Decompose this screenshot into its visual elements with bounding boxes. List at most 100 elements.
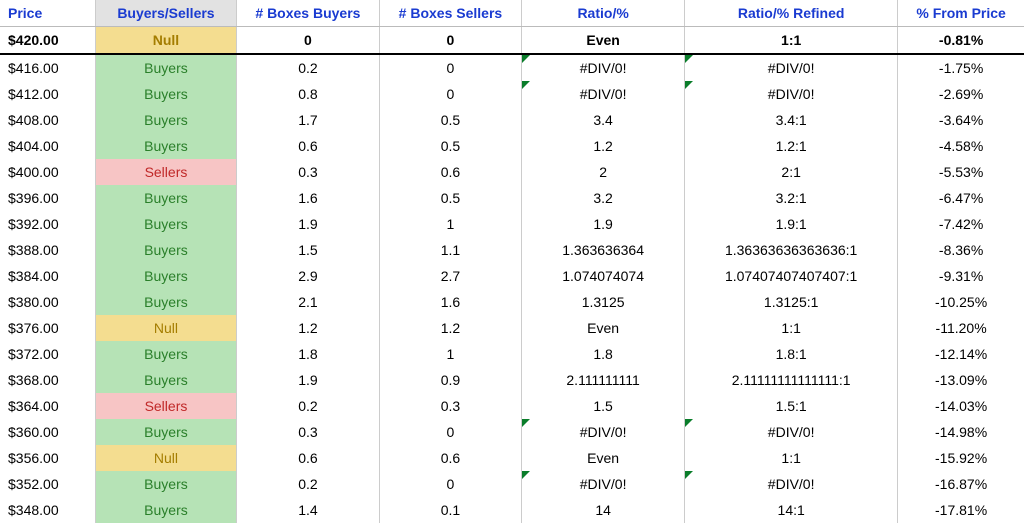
cell-ratio: #DIV/0! [522,81,685,107]
cell-boxes-sellers: 1.1 [379,237,521,263]
cell-boxes-buyers: 0.2 [237,54,380,81]
cell-ratio-refined: #DIV/0! [685,471,898,497]
cell-boxes-sellers: 0 [379,471,521,497]
cell-boxes-sellers: 1.2 [379,315,521,341]
cell-boxes-sellers: 0.9 [379,367,521,393]
table-row: $360.00Buyers0.30#DIV/0!#DIV/0!-14.98% [0,419,1024,445]
cell-boxes-sellers: 0.5 [379,185,521,211]
cell-buyers-sellers: Buyers [95,419,236,445]
cell-price: $356.00 [0,445,95,471]
cell-ratio: 3.2 [522,185,685,211]
cell-boxes-buyers: 1.2 [237,315,380,341]
cell-price: $384.00 [0,263,95,289]
cell-price: $376.00 [0,315,95,341]
cell-ratio: #DIV/0! [522,471,685,497]
cell-buyers-sellers: Buyers [95,185,236,211]
cell-price: $412.00 [0,81,95,107]
table-row: $416.00Buyers0.20#DIV/0!#DIV/0!-1.75% [0,54,1024,81]
table-row: $408.00Buyers1.70.53.43.4:1-3.64% [0,107,1024,133]
cell-price: $420.00 [0,27,95,55]
cell-pct-from-price: -15.92% [898,445,1024,471]
header-boxes-sellers: # Boxes Sellers [379,0,521,27]
cell-price: $408.00 [0,107,95,133]
cell-boxes-sellers: 2.7 [379,263,521,289]
cell-ratio-refined: 1.36363636363636:1 [685,237,898,263]
cell-pct-from-price: -1.75% [898,54,1024,81]
cell-ratio-refined: #DIV/0! [685,54,898,81]
cell-ratio: 2.111111111 [522,367,685,393]
cell-price: $380.00 [0,289,95,315]
cell-pct-from-price: -12.14% [898,341,1024,367]
header-buyers-sellers: Buyers/Sellers [95,0,236,27]
cell-price: $388.00 [0,237,95,263]
cell-pct-from-price: -2.69% [898,81,1024,107]
cell-ratio-refined: 3.4:1 [685,107,898,133]
cell-pct-from-price: -7.42% [898,211,1024,237]
table-row: $352.00Buyers0.20#DIV/0!#DIV/0!-16.87% [0,471,1024,497]
cell-pct-from-price: -5.53% [898,159,1024,185]
cell-price: $352.00 [0,471,95,497]
cell-price: $348.00 [0,497,95,523]
cell-buyers-sellers: Buyers [95,367,236,393]
cell-ratio: 3.4 [522,107,685,133]
cell-ratio-refined: 1.5:1 [685,393,898,419]
cell-boxes-buyers: 0.6 [237,445,380,471]
table-row: $348.00Buyers1.40.11414:1-17.81% [0,497,1024,523]
cell-boxes-sellers: 0 [379,27,521,55]
table-row: $356.00Null0.60.6Even1:1-15.92% [0,445,1024,471]
cell-boxes-sellers: 0 [379,54,521,81]
cell-pct-from-price: -16.87% [898,471,1024,497]
header-ratio: Ratio/% [522,0,685,27]
cell-ratio-refined: 2:1 [685,159,898,185]
cell-boxes-buyers: 1.8 [237,341,380,367]
cell-pct-from-price: -14.03% [898,393,1024,419]
cell-buyers-sellers: Sellers [95,159,236,185]
table-row: $388.00Buyers1.51.11.3636363641.36363636… [0,237,1024,263]
cell-buyers-sellers: Buyers [95,341,236,367]
cell-pct-from-price: -3.64% [898,107,1024,133]
cell-boxes-buyers: 1.9 [237,211,380,237]
table-row: $376.00Null1.21.2Even1:1-11.20% [0,315,1024,341]
cell-buyers-sellers: Null [95,315,236,341]
cell-price: $368.00 [0,367,95,393]
cell-price: $396.00 [0,185,95,211]
table-row: $364.00Sellers0.20.31.51.5:1-14.03% [0,393,1024,419]
cell-ratio-refined: #DIV/0! [685,81,898,107]
cell-price: $404.00 [0,133,95,159]
cell-boxes-buyers: 0 [237,27,380,55]
cell-ratio-refined: 1:1 [685,27,898,55]
cell-price: $360.00 [0,419,95,445]
header-row: Price Buyers/Sellers # Boxes Buyers # Bo… [0,0,1024,27]
cell-ratio: 1.3125 [522,289,685,315]
price-table: Price Buyers/Sellers # Boxes Buyers # Bo… [0,0,1024,523]
cell-ratio: Even [522,445,685,471]
table-row: $420.00Null00Even1:1-0.81% [0,27,1024,55]
cell-buyers-sellers: Buyers [95,497,236,523]
cell-ratio: 1.9 [522,211,685,237]
cell-buyers-sellers: Buyers [95,107,236,133]
cell-buyers-sellers: Null [95,445,236,471]
cell-boxes-sellers: 1 [379,211,521,237]
cell-ratio: Even [522,27,685,55]
cell-boxes-sellers: 1.6 [379,289,521,315]
cell-boxes-buyers: 1.6 [237,185,380,211]
cell-boxes-buyers: 2.9 [237,263,380,289]
cell-price: $392.00 [0,211,95,237]
cell-boxes-buyers: 2.1 [237,289,380,315]
cell-boxes-buyers: 0.3 [237,419,380,445]
table-row: $396.00Buyers1.60.53.23.2:1-6.47% [0,185,1024,211]
cell-boxes-buyers: 1.7 [237,107,380,133]
cell-boxes-sellers: 0.5 [379,107,521,133]
cell-buyers-sellers: Buyers [95,237,236,263]
cell-ratio: #DIV/0! [522,419,685,445]
cell-boxes-sellers: 0.1 [379,497,521,523]
cell-boxes-buyers: 0.2 [237,393,380,419]
cell-ratio: 2 [522,159,685,185]
cell-ratio-refined: 1.3125:1 [685,289,898,315]
header-ratio-refined: Ratio/% Refined [685,0,898,27]
cell-boxes-buyers: 0.2 [237,471,380,497]
header-price: Price [0,0,95,27]
cell-boxes-buyers: 0.6 [237,133,380,159]
cell-boxes-sellers: 0.3 [379,393,521,419]
cell-ratio-refined: 1.07407407407407:1 [685,263,898,289]
